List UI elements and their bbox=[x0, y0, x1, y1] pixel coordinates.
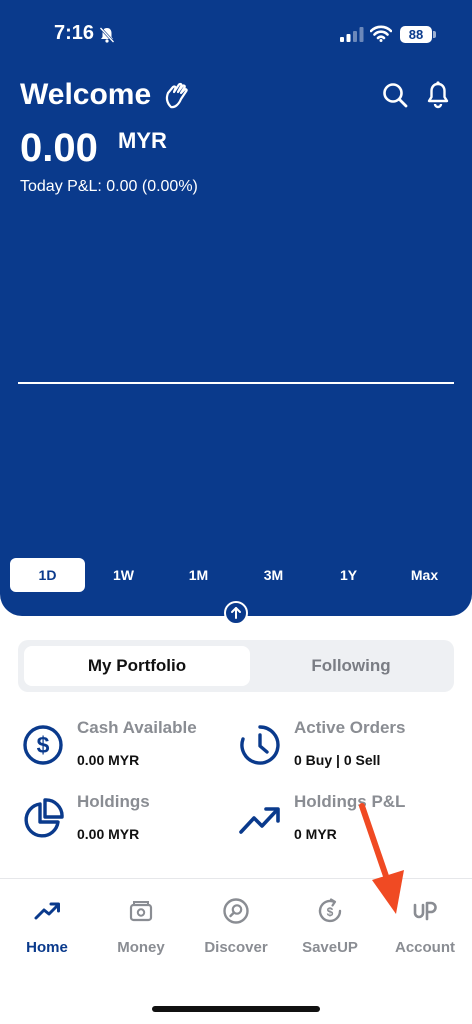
notification-bell-icon[interactable] bbox=[425, 81, 451, 109]
holdings-value: 0.00 MYR bbox=[77, 826, 140, 842]
range-tab-1y[interactable]: 1Y bbox=[311, 558, 386, 592]
annotation-arrow bbox=[359, 803, 404, 914]
nav-discover-label: Discover bbox=[204, 939, 268, 956]
nav-discover[interactable]: Discover bbox=[189, 897, 283, 956]
total-balance: 0.00 bbox=[20, 126, 98, 170]
svg-text:$: $ bbox=[37, 732, 50, 758]
cash-available-label: Cash Available bbox=[77, 718, 197, 737]
silent-mode-icon bbox=[99, 27, 115, 43]
wallet-icon bbox=[129, 901, 153, 922]
pie-chart-icon bbox=[24, 798, 64, 838]
range-tab-1w[interactable]: 1W bbox=[86, 558, 161, 592]
status-time: 7:16 bbox=[54, 22, 95, 44]
stat-cash-available[interactable]: $ Cash Available 0.00 MYR bbox=[22, 716, 222, 776]
holdings-label: Holdings bbox=[77, 792, 150, 811]
time-range-tabs: 1D 1W 1M 3M 1Y Max bbox=[10, 558, 462, 592]
discover-icon bbox=[223, 898, 249, 924]
nav-home-label: Home bbox=[26, 939, 68, 956]
svg-text:$: $ bbox=[327, 905, 334, 919]
welcome-title: Welcome bbox=[20, 78, 152, 111]
hero-panel: 7:16 88 Welcome 0.00 MYR Today P&L: 0.00… bbox=[0, 0, 472, 616]
battery-tip bbox=[433, 31, 436, 38]
balance-currency: MYR bbox=[118, 128, 167, 153]
performance-chart-line bbox=[18, 382, 454, 384]
cash-available-value: 0.00 MYR bbox=[77, 752, 140, 768]
holdings-pnl-value: 0 MYR bbox=[294, 826, 337, 842]
range-tab-3m[interactable]: 3M bbox=[236, 558, 311, 592]
active-orders-value: 0 Buy | 0 Sell bbox=[294, 752, 381, 768]
tab-my-portfolio[interactable]: My Portfolio bbox=[24, 646, 250, 686]
status-bar: 7:16 88 bbox=[0, 0, 472, 70]
home-indicator bbox=[152, 1006, 320, 1012]
cell-signal-icon bbox=[340, 27, 364, 42]
waving-hand-icon bbox=[165, 82, 188, 109]
today-pnl: Today P&L: 0.00 (0.00%) bbox=[20, 178, 198, 195]
nav-money-label: Money bbox=[117, 939, 165, 956]
nav-saveup-label: SaveUP bbox=[302, 939, 358, 956]
trend-up-icon bbox=[34, 902, 60, 920]
range-tab-1d[interactable]: 1D bbox=[10, 558, 85, 592]
clock-icon bbox=[240, 725, 280, 765]
stat-active-orders[interactable]: Active Orders 0 Buy | 0 Sell bbox=[238, 716, 458, 776]
nav-account-label: Account bbox=[395, 939, 455, 956]
stat-holdings[interactable]: Holdings 0.00 MYR bbox=[22, 790, 222, 850]
nav-home[interactable]: Home bbox=[0, 897, 94, 956]
trend-up-icon bbox=[239, 807, 280, 834]
active-orders-label: Active Orders bbox=[294, 718, 406, 737]
dollar-icon: $ bbox=[23, 725, 63, 765]
range-tab-1m[interactable]: 1M bbox=[161, 558, 236, 592]
tab-following[interactable]: Following bbox=[254, 646, 448, 686]
arrow-up-icon bbox=[231, 607, 241, 619]
portfolio-segmented-control: My Portfolio Following bbox=[18, 640, 454, 692]
battery-level: 88 bbox=[400, 26, 432, 43]
search-icon[interactable] bbox=[382, 82, 408, 108]
range-tab-max[interactable]: Max bbox=[387, 558, 462, 592]
expand-chart-button[interactable] bbox=[224, 601, 248, 625]
nav-money[interactable]: Money bbox=[94, 897, 188, 956]
wifi-icon bbox=[370, 25, 392, 42]
